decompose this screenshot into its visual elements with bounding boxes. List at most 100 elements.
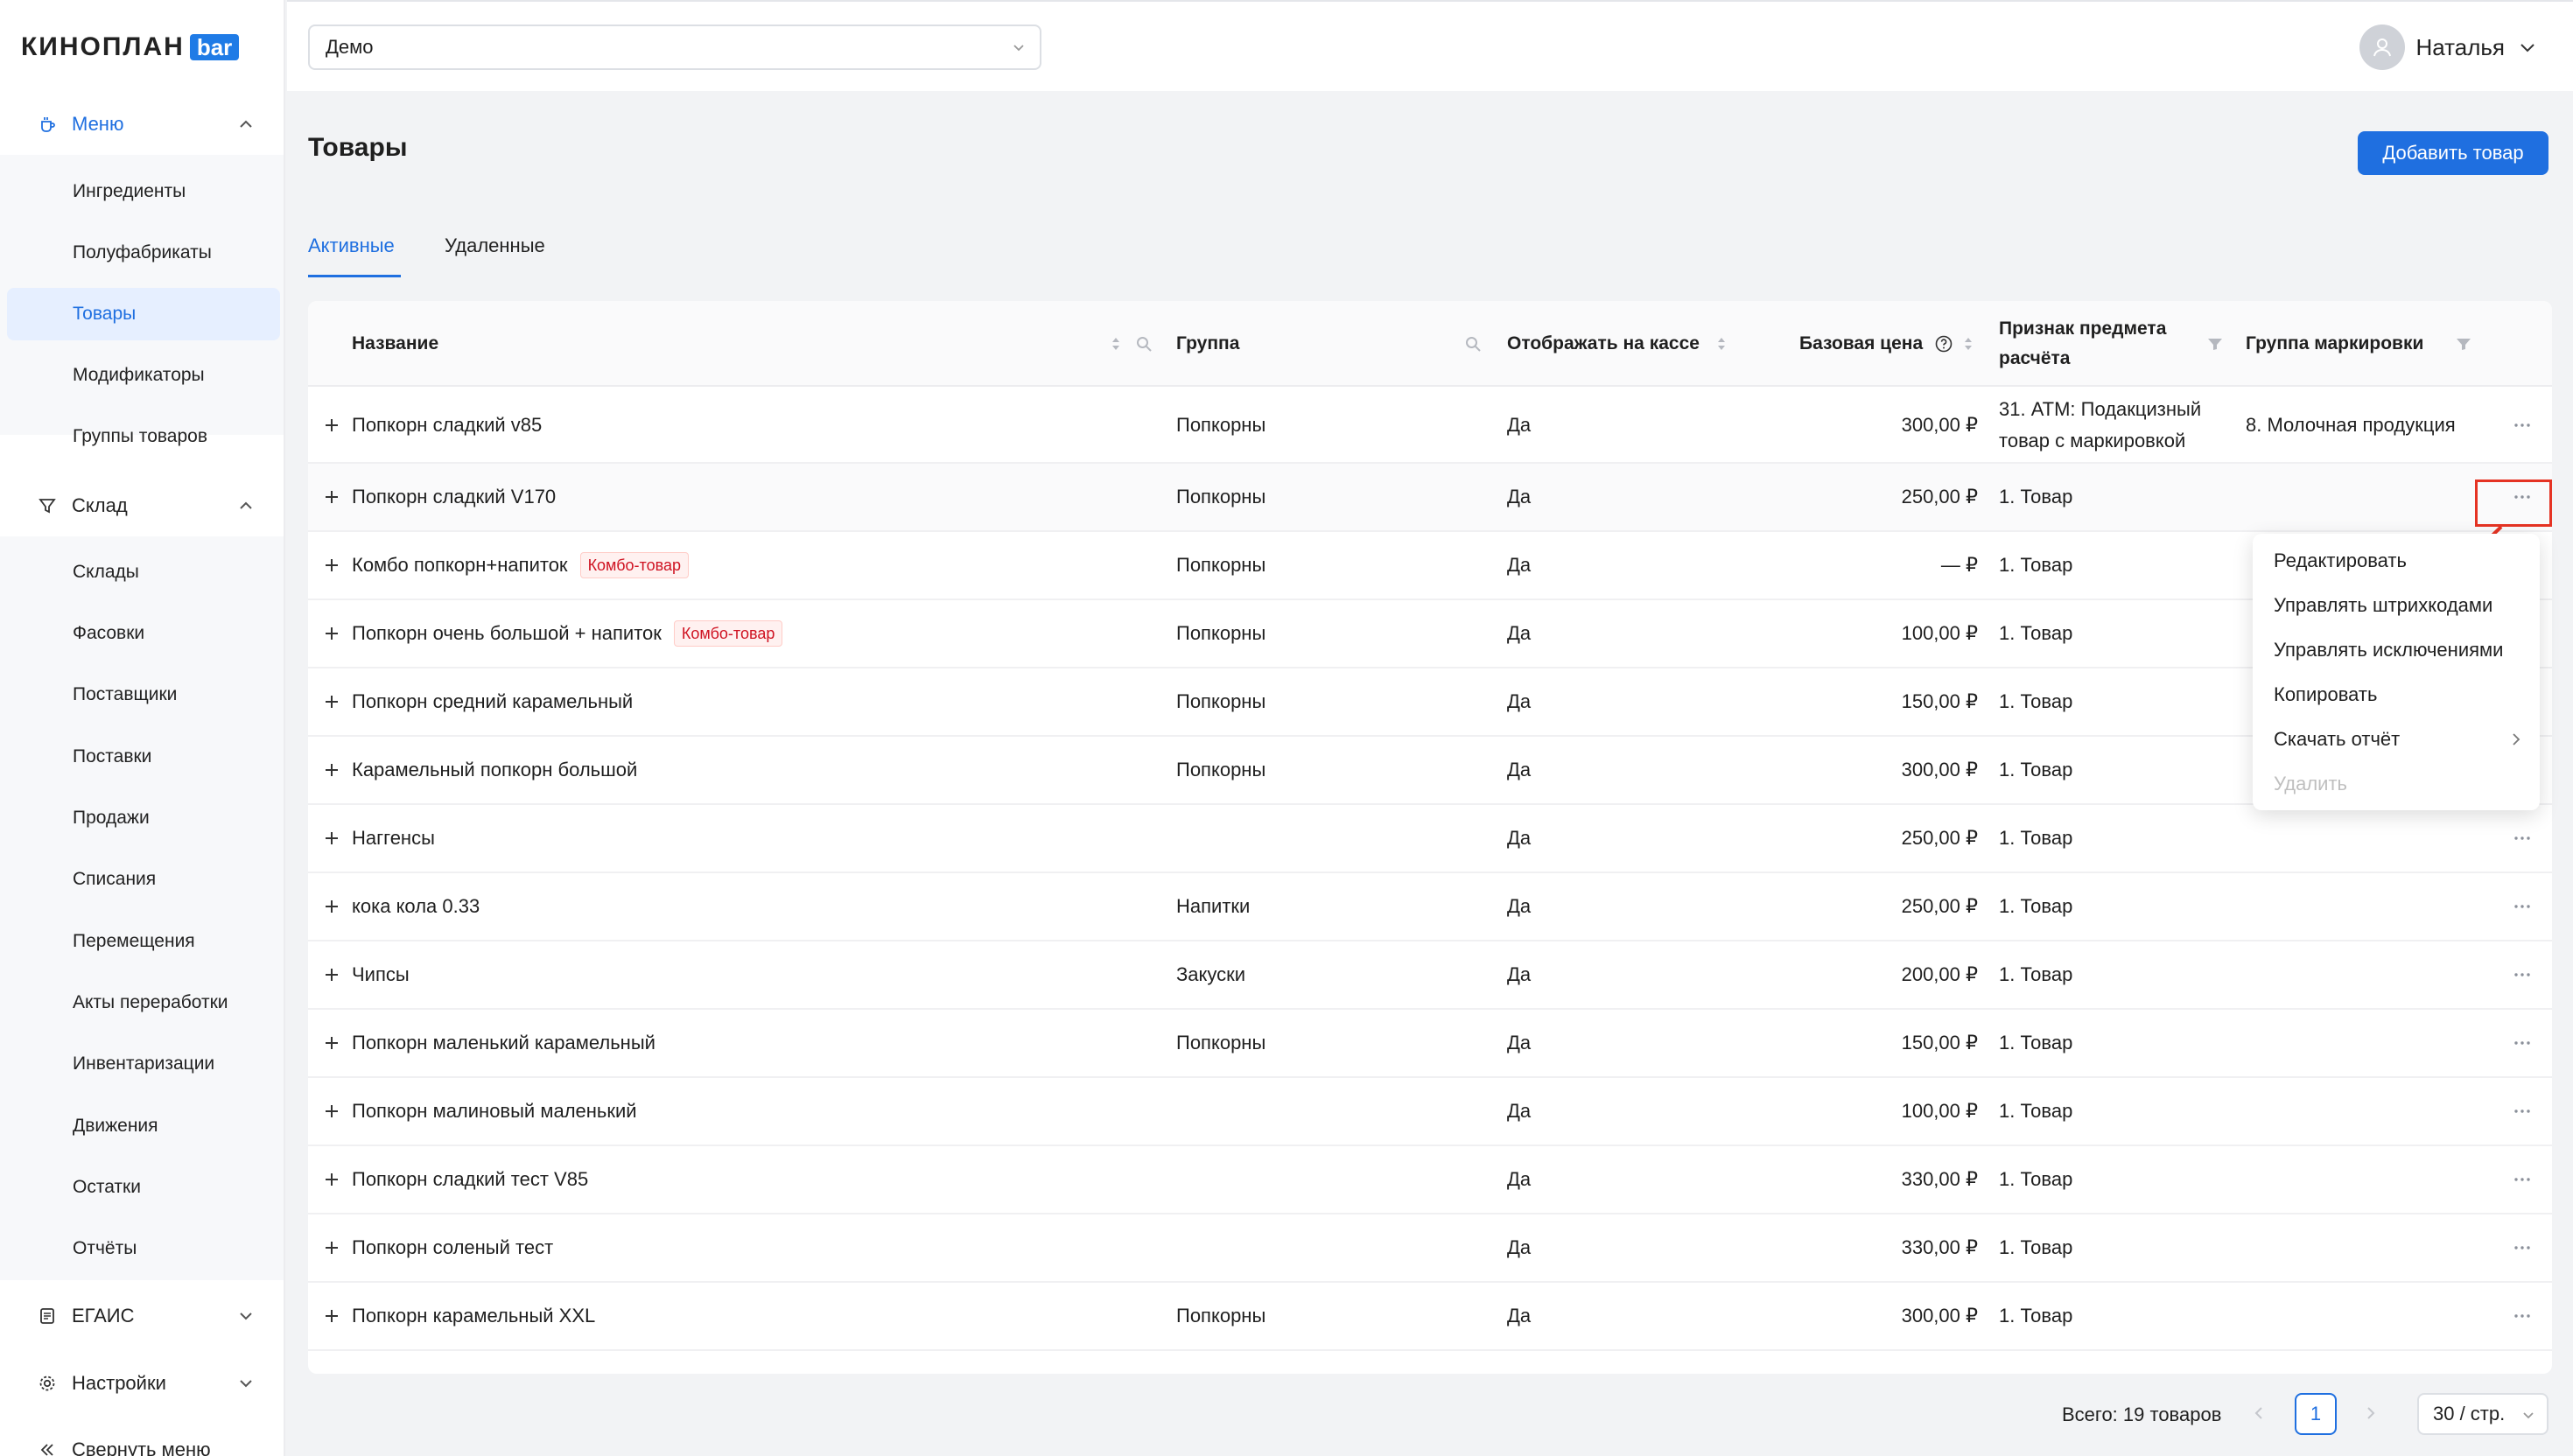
menu-item-copy[interactable]: Копировать — [2274, 683, 2377, 706]
table-row[interactable]: Попкорн карамельный XXL Попкорны Да 300,00 … — [308, 1283, 2552, 1351]
table-row[interactable]: Попкорн сладкий V170 Попкорны Да 250,00 ₽ 1.… — [308, 464, 2552, 532]
column-header-price[interactable]: Базовая цена — [1799, 301, 1923, 387]
sidebar-item-semi-products[interactable]: Полуфабрикаты — [7, 227, 280, 279]
expand-plus-icon[interactable] — [322, 965, 341, 984]
product-name[interactable]: Попкорн маленький карамельный — [352, 1027, 656, 1059]
chevron-right-icon[interactable] — [2361, 1404, 2380, 1423]
more-actions-icon[interactable] — [2512, 1034, 2533, 1052]
product-name[interactable]: Попкорн сладкий тест V85 — [352, 1164, 588, 1195]
product-name[interactable]: Попкорн средний карамельный — [352, 686, 633, 718]
more-actions-icon[interactable] — [2512, 966, 2533, 984]
search-icon[interactable] — [1463, 334, 1483, 354]
expand-plus-icon[interactable] — [322, 829, 341, 848]
more-actions-icon[interactable] — [2512, 1307, 2533, 1325]
sidebar-item-products[interactable]: Товары — [7, 288, 280, 340]
search-icon[interactable] — [1134, 334, 1153, 354]
sidebar-item-write-offs[interactable]: Списания — [7, 853, 280, 906]
column-header-group[interactable]: Группа — [1176, 301, 1239, 387]
expand-plus-icon[interactable] — [322, 1102, 341, 1121]
expand-plus-icon[interactable] — [322, 897, 341, 916]
product-name[interactable]: Попкорн сладкий v85 — [352, 410, 542, 441]
table-row[interactable]: Комбо попкорн+напиток Комбо-товар Попкорны… — [308, 532, 2552, 600]
sidebar-item-processing-acts[interactable]: Акты переработки — [7, 976, 280, 1029]
tab-active[interactable]: Активные — [308, 234, 395, 257]
menu-item-edit[interactable]: Редактировать — [2274, 550, 2407, 572]
expand-plus-icon[interactable] — [322, 1238, 341, 1257]
filter-icon[interactable] — [2205, 334, 2225, 354]
product-name[interactable]: Попкорн карамельный XXL — [352, 1300, 595, 1332]
sort-icon[interactable] — [1959, 334, 1978, 354]
page-size-select[interactable]: 30 / стр. — [2417, 1393, 2548, 1435]
nav-group-menu[interactable]: Меню — [0, 94, 284, 155]
tab-deleted[interactable]: Удаленные — [445, 234, 545, 257]
more-actions-icon[interactable] — [2512, 830, 2533, 847]
user-menu[interactable]: Наталья — [2359, 24, 2538, 70]
more-actions-icon[interactable] — [2512, 1171, 2533, 1188]
sidebar-item-inventories[interactable]: Инвентаризации — [7, 1038, 280, 1090]
column-header-name[interactable]: Название — [352, 301, 438, 387]
column-header-display[interactable]: Отображать на кассе — [1507, 301, 1700, 387]
sidebar-item-warehouses[interactable]: Склады — [7, 546, 280, 598]
pagination-page-1[interactable]: 1 — [2295, 1393, 2337, 1435]
sidebar-item-suppliers[interactable]: Поставщики — [7, 668, 280, 721]
table-row[interactable]: Попкорн сладкий тест V85 Да 330,00 ₽ 1. Тов… — [308, 1146, 2552, 1214]
question-circle-icon[interactable] — [1934, 334, 1953, 354]
menu-item-download-report[interactable]: Скачать отчёт — [2274, 728, 2400, 751]
product-name[interactable]: Попкорн малиновый маленький — [352, 1096, 637, 1127]
cinema-select[interactable]: Демо — [308, 24, 1041, 70]
sort-icon[interactable] — [1712, 334, 1731, 354]
more-actions-icon[interactable] — [2512, 898, 2533, 915]
expand-plus-icon[interactable] — [322, 692, 341, 711]
expand-plus-icon[interactable] — [322, 624, 341, 643]
column-header-payment-sign[interactable]: Признак предмета расчёта — [1999, 301, 2191, 387]
expand-plus-icon[interactable] — [322, 556, 341, 575]
more-actions-icon[interactable] — [2512, 416, 2533, 434]
column-header-marking-group[interactable]: Группа маркировки — [2246, 301, 2423, 387]
expand-plus-icon[interactable] — [322, 760, 341, 780]
logo[interactable]: КИНОПЛАН bar — [21, 30, 240, 65]
expand-plus-icon[interactable] — [322, 1033, 341, 1053]
product-name[interactable]: кока кола 0.33 — [352, 891, 480, 922]
table-row[interactable]: Попкорн средний карамельный Попкорны Да 150… — [308, 668, 2552, 737]
table-row[interactable]: Попкорн малиновый маленький Да 100,00 ₽ 1. … — [308, 1078, 2552, 1146]
collapse-menu-button[interactable]: Свернуть меню — [0, 1419, 284, 1456]
sort-icon[interactable] — [1106, 334, 1125, 354]
sidebar-item-sales[interactable]: Продажи — [7, 792, 280, 844]
more-actions-icon[interactable] — [2512, 1102, 2533, 1120]
product-name[interactable]: Комбо попкорн+напиток — [352, 550, 568, 581]
sidebar-item-modifiers[interactable]: Модификаторы — [7, 349, 280, 402]
expand-plus-icon[interactable] — [322, 1170, 341, 1189]
expand-plus-icon[interactable] — [322, 487, 341, 507]
sidebar-item-movements[interactable]: Движения — [7, 1100, 280, 1152]
sidebar-item-transfers[interactable]: Перемещения — [7, 915, 280, 968]
product-name[interactable]: Попкорн соленый тест — [352, 1232, 553, 1264]
product-name[interactable]: Карамельный попкорн большой — [352, 754, 637, 786]
menu-item-manage-barcodes[interactable]: Управлять штрихкодами — [2274, 594, 2492, 617]
filter-icon[interactable] — [2454, 334, 2473, 354]
sidebar-item-stock[interactable]: Остатки — [7, 1161, 280, 1214]
more-actions-icon[interactable] — [2512, 1239, 2533, 1256]
product-name[interactable]: Попкорн сладкий V170 — [352, 481, 556, 513]
product-name[interactable]: Наггенсы — [352, 822, 435, 854]
table-row[interactable]: Карамельный попкорн большой Попкорны Да 300… — [308, 737, 2552, 805]
sidebar-item-packaging[interactable]: Фасовки — [7, 607, 280, 660]
menu-item-manage-exceptions[interactable]: Управлять исключениями — [2274, 639, 2503, 662]
product-name[interactable]: Попкорн очень большой + напиток — [352, 618, 662, 649]
table-row[interactable]: Чипсы Закуски Да 200,00 ₽ 1. Товар — [308, 942, 2552, 1010]
nav-group-egais[interactable]: ЕГАИС — [0, 1285, 284, 1347]
chevron-left-icon[interactable] — [2249, 1404, 2268, 1423]
sidebar-item-product-groups[interactable]: Группы товаров — [7, 410, 280, 463]
nav-group-settings[interactable]: Настройки — [0, 1353, 284, 1414]
sidebar-item-ingredients[interactable]: Ингредиенты — [7, 165, 280, 218]
table-row[interactable]: Попкорн соленый тест Да 330,00 ₽ 1. Товар — [308, 1214, 2552, 1283]
table-row[interactable]: кока кола 0.33 Напитки Да 250,00 ₽ 1. Товар — [308, 873, 2552, 942]
nav-group-warehouse[interactable]: Склад — [0, 475, 284, 536]
expand-plus-icon[interactable] — [322, 416, 341, 435]
expand-plus-icon[interactable] — [322, 1306, 341, 1326]
table-row[interactable]: Попкорн сладкий v85 Попкорны Да 300,00 ₽ 31.… — [308, 388, 2552, 464]
table-row[interactable]: Попкорн очень большой + напиток Комбо-тов… — [308, 600, 2552, 668]
sidebar-item-reports[interactable]: Отчёты — [7, 1222, 280, 1275]
add-product-button[interactable]: Добавить товар — [2358, 131, 2548, 175]
sidebar-item-supplies[interactable]: Поставки — [7, 731, 280, 783]
product-name[interactable]: Чипсы — [352, 959, 410, 990]
